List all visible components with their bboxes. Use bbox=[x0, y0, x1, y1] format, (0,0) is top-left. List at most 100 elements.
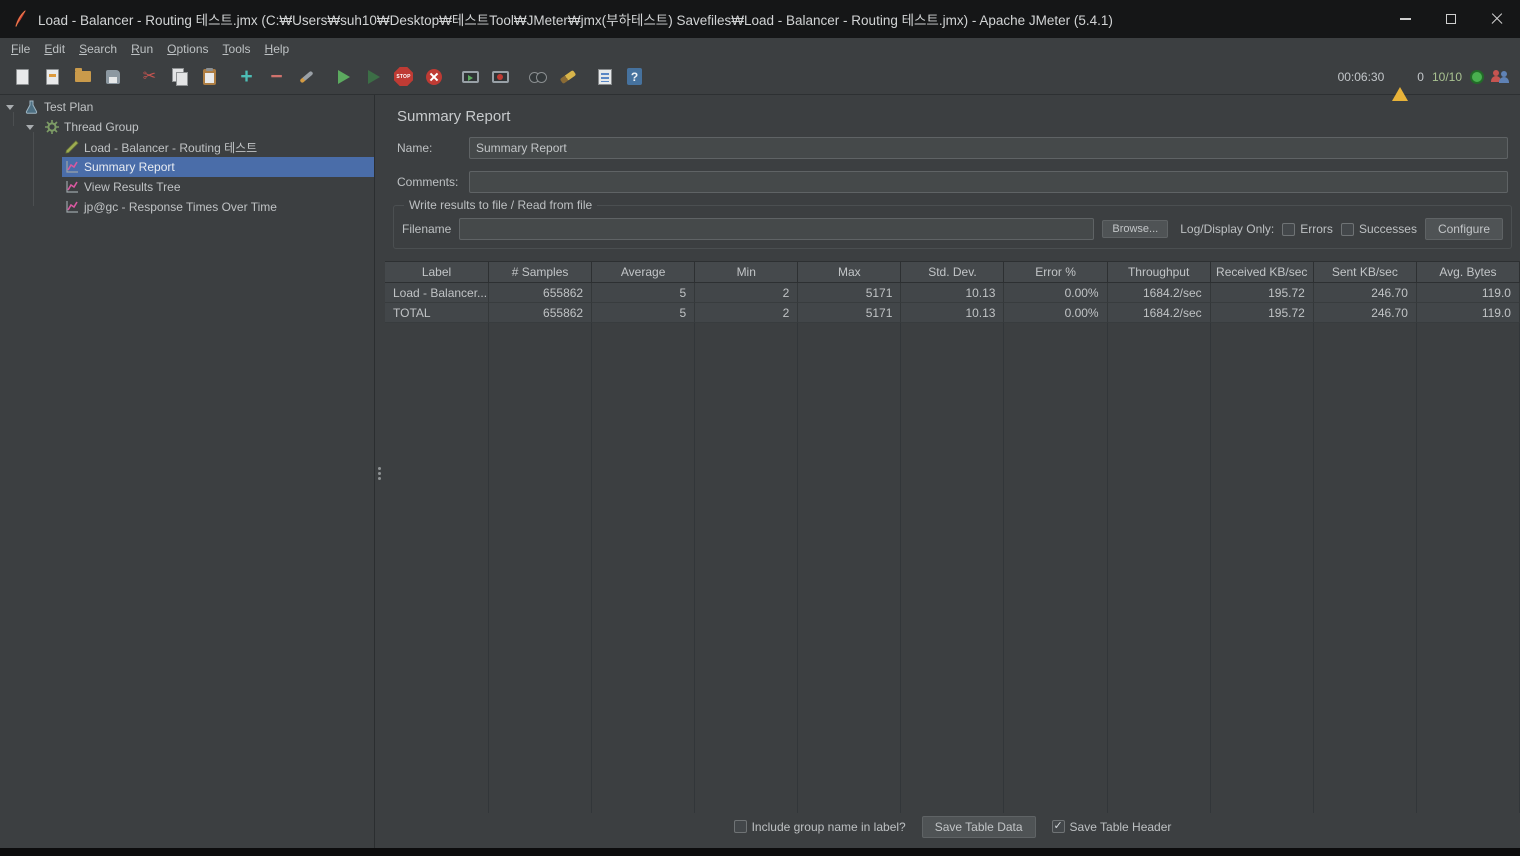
tree-item-response-times-over-time[interactable]: jp@gc - Response Times Over Time bbox=[0, 197, 374, 217]
table-row-load-balancer[interactable]: Load - Balancer... 655862 5 2 5171 10.13… bbox=[385, 283, 1520, 303]
configure-button[interactable]: Configure bbox=[1424, 218, 1503, 240]
cell-sent-kb: 246.70 bbox=[1313, 303, 1417, 323]
menu-edit[interactable]: Edit bbox=[37, 40, 72, 58]
menu-bar: File Edit Search Run Options Tools Help bbox=[0, 38, 1520, 59]
col-header-avg-bytes[interactable]: Avg. Bytes bbox=[1416, 261, 1520, 283]
remove-element-button[interactable] bbox=[264, 64, 289, 89]
errors-checkbox[interactable]: Errors bbox=[1282, 222, 1333, 236]
cell-samples: 655862 bbox=[489, 303, 593, 323]
copy-button[interactable] bbox=[167, 64, 192, 89]
remote-start-all-button[interactable] bbox=[458, 64, 483, 89]
cell-average: 5 bbox=[592, 283, 696, 303]
col-header-min[interactable]: Min bbox=[695, 261, 799, 283]
minimize-icon bbox=[1399, 18, 1411, 20]
successes-checkbox[interactable]: Successes bbox=[1340, 222, 1417, 236]
tree-item-test-plan[interactable]: Test Plan bbox=[0, 97, 374, 117]
help-button[interactable] bbox=[622, 64, 647, 89]
start-no-pauses-button[interactable] bbox=[361, 64, 386, 89]
table-footer: Include group name in label? Save Table … bbox=[385, 813, 1520, 840]
panel-splitter[interactable] bbox=[375, 95, 385, 848]
test-plan-tree: Test Plan Thread Group Load - Balancer -… bbox=[0, 95, 375, 848]
successes-checkbox-box[interactable] bbox=[1340, 222, 1354, 236]
cut-icon bbox=[143, 68, 156, 86]
tree-item-label: jp@gc - Response Times Over Time bbox=[84, 200, 277, 214]
cut-button[interactable] bbox=[137, 64, 162, 89]
browse-button[interactable]: Browse... bbox=[1102, 220, 1169, 238]
remote-shutdown-all-button[interactable] bbox=[488, 64, 513, 89]
expand-arrow-icon[interactable] bbox=[26, 125, 42, 130]
col-header-samples[interactable]: # Samples bbox=[489, 261, 593, 283]
tree-guide-line bbox=[13, 112, 14, 126]
col-header-received-kb[interactable]: Received KB/sec bbox=[1210, 261, 1314, 283]
search-button[interactable] bbox=[525, 64, 550, 89]
col-header-label[interactable]: Label bbox=[385, 261, 489, 283]
table-row-total[interactable]: TOTAL 655862 5 2 5171 10.13 0.00% 1684.2… bbox=[385, 303, 1520, 323]
col-header-max[interactable]: Max bbox=[798, 261, 902, 283]
col-header-error-pct[interactable]: Error % bbox=[1004, 261, 1108, 283]
name-input[interactable] bbox=[469, 137, 1508, 159]
minimize-button[interactable] bbox=[1382, 0, 1428, 38]
log-display-only-label: Log/Display Only: bbox=[1180, 222, 1275, 236]
col-header-average[interactable]: Average bbox=[592, 261, 696, 283]
maximize-button[interactable] bbox=[1428, 0, 1474, 38]
write-results-section: Write results to file / Read from file F… bbox=[393, 198, 1512, 249]
menu-help[interactable]: Help bbox=[258, 40, 297, 58]
shutdown-button[interactable] bbox=[421, 64, 446, 89]
menu-search[interactable]: Search bbox=[72, 40, 124, 58]
toolbar: 00:06:30 0 10/10 bbox=[0, 59, 1520, 101]
save-table-data-button[interactable]: Save Table Data bbox=[921, 815, 1036, 838]
cell-min: 2 bbox=[695, 303, 799, 323]
start-button[interactable] bbox=[331, 64, 356, 89]
active-threads-count: 10/10 bbox=[1431, 69, 1462, 84]
warning-icon[interactable] bbox=[1392, 69, 1409, 101]
tree-item-summary-report[interactable]: Summary Report bbox=[0, 157, 374, 177]
clear-button[interactable] bbox=[555, 64, 580, 89]
include-group-name-checkbox[interactable]: Include group name in label? bbox=[733, 819, 906, 834]
errors-checkbox-box[interactable] bbox=[1282, 222, 1296, 236]
open-file-button[interactable] bbox=[70, 64, 95, 89]
menu-tools[interactable]: Tools bbox=[216, 40, 258, 58]
remote-shutdown-all-icon bbox=[492, 70, 509, 83]
test-plan-icon bbox=[24, 100, 39, 115]
comments-input[interactable] bbox=[469, 171, 1508, 193]
clear-all-button[interactable] bbox=[592, 64, 617, 89]
tree-item-thread-group[interactable]: Thread Group bbox=[0, 117, 374, 137]
paste-icon bbox=[203, 67, 216, 85]
menu-options[interactable]: Options bbox=[160, 40, 215, 58]
stop-button[interactable] bbox=[391, 64, 416, 89]
save-table-header-checkbox[interactable]: Save Table Header bbox=[1051, 819, 1171, 834]
table-empty-area bbox=[385, 323, 1520, 813]
successes-checkbox-label: Successes bbox=[1358, 222, 1417, 236]
cell-max: 5171 bbox=[798, 303, 902, 323]
sampler-pencil-icon bbox=[64, 140, 79, 155]
open-file-icon bbox=[74, 68, 91, 82]
close-button[interactable] bbox=[1474, 0, 1520, 38]
expand-arrow-icon[interactable] bbox=[6, 105, 22, 110]
elapsed-timer: 00:06:30 bbox=[1337, 69, 1385, 84]
cell-label: TOTAL bbox=[385, 303, 489, 323]
include-group-name-label: Include group name in label? bbox=[751, 819, 906, 834]
col-header-sent-kb[interactable]: Sent KB/sec bbox=[1313, 261, 1417, 283]
add-element-button[interactable] bbox=[234, 64, 259, 89]
tree-item-view-results-tree[interactable]: View Results Tree bbox=[0, 177, 374, 197]
tree-item-label: View Results Tree bbox=[84, 180, 181, 194]
new-file-button[interactable] bbox=[10, 64, 35, 89]
copy-icon bbox=[171, 68, 188, 86]
listener-chart-icon bbox=[64, 180, 79, 195]
paste-button[interactable] bbox=[197, 64, 222, 89]
thread-group-gear-icon bbox=[44, 120, 59, 135]
menu-file[interactable]: File bbox=[4, 40, 37, 58]
save-button[interactable] bbox=[100, 64, 125, 89]
include-group-name-checkbox-box[interactable] bbox=[733, 820, 747, 833]
save-table-header-checkbox-box[interactable] bbox=[1051, 819, 1065, 833]
tree-item-load-balancer-sampler[interactable]: Load - Balancer - Routing 테스트 bbox=[0, 137, 374, 157]
menu-run[interactable]: Run bbox=[124, 40, 160, 58]
filename-input[interactable] bbox=[459, 218, 1095, 240]
window-title: Load - Balancer - Routing 테스트.jmx (C:₩Us… bbox=[38, 13, 1113, 28]
toggle-element-button[interactable] bbox=[294, 64, 319, 89]
cell-received-kb: 195.72 bbox=[1210, 303, 1314, 323]
templates-button[interactable] bbox=[40, 64, 65, 89]
col-header-throughput[interactable]: Throughput bbox=[1107, 261, 1211, 283]
stop-icon bbox=[394, 67, 413, 86]
col-header-std-dev[interactable]: Std. Dev. bbox=[901, 261, 1005, 283]
